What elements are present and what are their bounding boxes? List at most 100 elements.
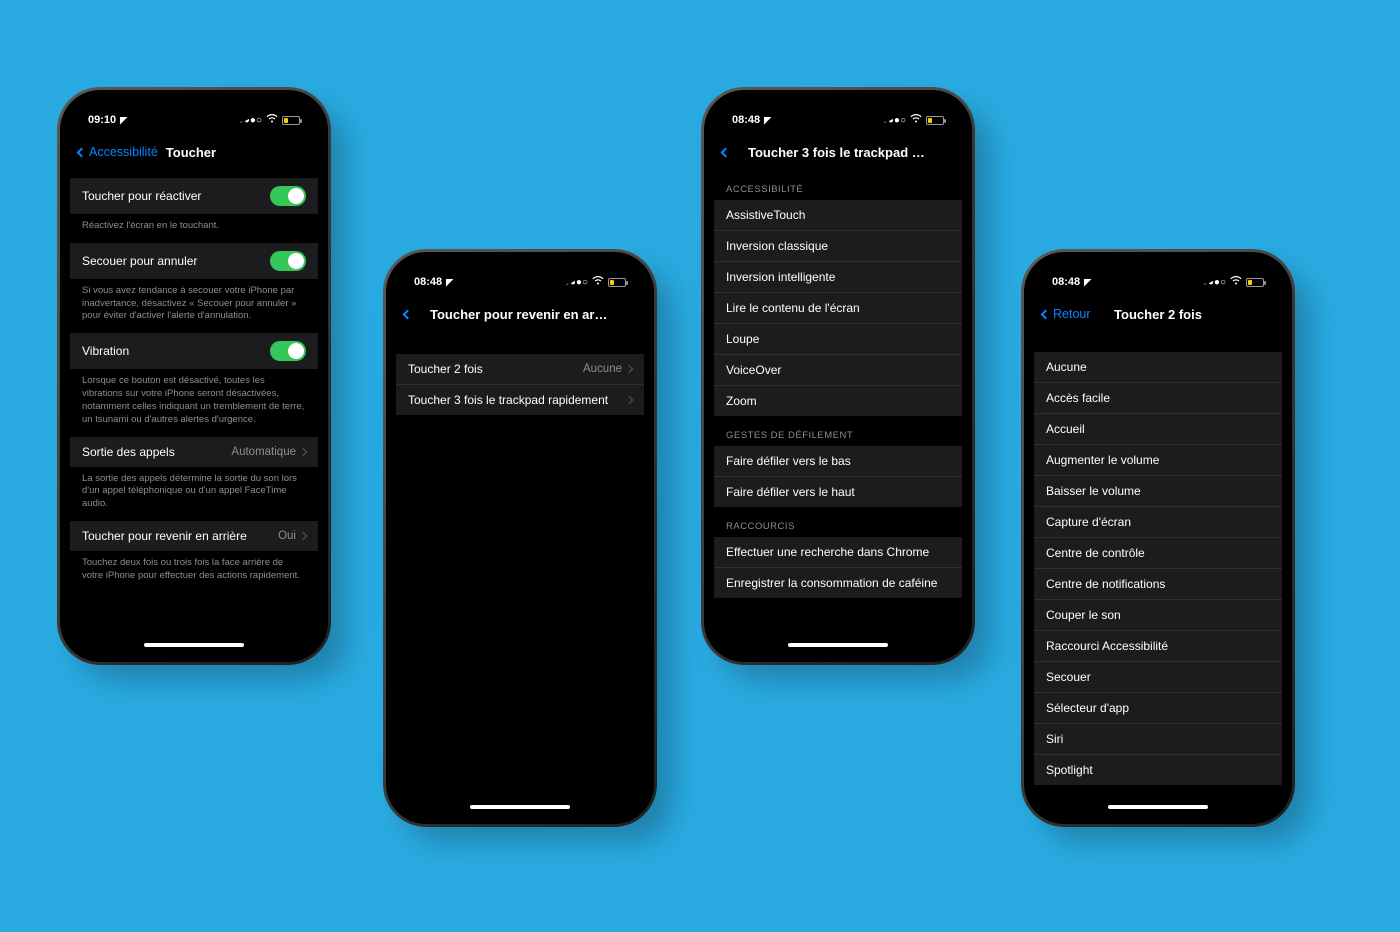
notch bbox=[1098, 262, 1218, 284]
back-button[interactable] bbox=[722, 149, 731, 156]
notch bbox=[778, 100, 898, 122]
list-item[interactable]: VoiceOver bbox=[714, 355, 962, 386]
back-button[interactable]: Accessibilité bbox=[78, 145, 158, 159]
battery-icon bbox=[282, 116, 300, 125]
row-secouer-annuler[interactable]: Secouer pour annuler bbox=[70, 243, 318, 279]
chevron-right-icon bbox=[299, 447, 307, 455]
section-header-accessibility: Accessibilité bbox=[714, 170, 962, 200]
location-icon: ◤ bbox=[764, 115, 771, 126]
content[interactable]: Aucune Accès facile Accueil Augmenter le… bbox=[1034, 332, 1282, 785]
list-item[interactable]: Lire le contenu de l'écran bbox=[714, 293, 962, 324]
row-sortie-appels[interactable]: Sortie des appels Automatique bbox=[70, 437, 318, 467]
home-indicator[interactable] bbox=[470, 805, 570, 809]
notch bbox=[460, 262, 580, 284]
toggle-on[interactable] bbox=[270, 251, 306, 271]
wifi-icon bbox=[1230, 276, 1242, 288]
chevron-right-icon bbox=[299, 532, 307, 540]
home-indicator[interactable] bbox=[1108, 805, 1208, 809]
row-triple-tap[interactable]: Toucher 3 fois le trackpad rapidement bbox=[396, 385, 644, 415]
page-title: Toucher pour revenir en arrière bbox=[430, 307, 610, 322]
nav-bar: Accessibilité Toucher bbox=[70, 134, 318, 170]
list-item[interactable]: Spotlight bbox=[1034, 755, 1282, 785]
list-item[interactable]: Secouer bbox=[1034, 662, 1282, 693]
nav-bar: Toucher 3 fois le trackpad rapide… bbox=[714, 134, 962, 170]
home-indicator[interactable] bbox=[788, 643, 888, 647]
nav-bar: Retour Toucher 2 fois bbox=[1034, 296, 1282, 332]
notch bbox=[134, 100, 254, 122]
list-item[interactable]: Centre de notifications bbox=[1034, 569, 1282, 600]
status-time: 08:48 bbox=[1052, 276, 1080, 288]
wifi-icon bbox=[266, 114, 278, 126]
wifi-icon bbox=[910, 114, 922, 126]
toggle-on[interactable] bbox=[270, 341, 306, 361]
battery-icon bbox=[1246, 278, 1264, 287]
screen: 08:48 ◤ ●●●○ Toucher pour revenir en arr… bbox=[396, 262, 644, 814]
page-title: Toucher 2 fois bbox=[1114, 307, 1202, 322]
wifi-icon bbox=[592, 276, 604, 288]
row-vibration[interactable]: Vibration bbox=[70, 333, 318, 369]
chevron-left-icon bbox=[721, 147, 731, 157]
list-item[interactable]: Inversion intelligente bbox=[714, 262, 962, 293]
phone-2-back-tap: 08:48 ◤ ●●●○ Toucher pour revenir en arr… bbox=[386, 252, 654, 824]
content: Toucher pour réactiver Réactivez l'écran… bbox=[70, 170, 318, 593]
list-item[interactable]: Faire défiler vers le bas bbox=[714, 446, 962, 477]
section-header-scroll: Gestes de défilement bbox=[714, 416, 962, 446]
row-toucher-reactiver[interactable]: Toucher pour réactiver bbox=[70, 178, 318, 214]
list-item[interactable]: Augmenter le volume bbox=[1034, 445, 1282, 476]
footer-text: Lorsque ce bouton est désactivé, toutes … bbox=[70, 369, 318, 436]
list-item[interactable]: Couper le son bbox=[1034, 600, 1282, 631]
home-indicator[interactable] bbox=[144, 643, 244, 647]
battery-icon bbox=[608, 278, 626, 287]
screen: 08:48 ◤ ●●●○ Toucher 3 fois le trackpad … bbox=[714, 100, 962, 652]
list-item[interactable]: Loupe bbox=[714, 324, 962, 355]
list-item[interactable]: Accès facile bbox=[1034, 383, 1282, 414]
row-back-tap[interactable]: Toucher pour revenir en arrière Oui bbox=[70, 521, 318, 551]
chevron-left-icon bbox=[403, 309, 413, 319]
phone-1-toucher: 09:10 ◤ ●●●○ Accessibilité Toucher bbox=[60, 90, 328, 662]
chevron-left-icon bbox=[77, 147, 87, 157]
status-time: 08:48 bbox=[732, 114, 760, 126]
row-double-tap[interactable]: Toucher 2 fois Aucune bbox=[396, 354, 644, 385]
page-title: Toucher 3 fois le trackpad rapide… bbox=[748, 145, 928, 160]
content: Toucher 2 fois Aucune Toucher 3 fois le … bbox=[396, 332, 644, 415]
status-time: 08:48 bbox=[414, 276, 442, 288]
location-icon: ◤ bbox=[446, 277, 453, 288]
list-item[interactable]: Enregistrer la consommation de caféine bbox=[714, 568, 962, 598]
list-item[interactable]: Sélecteur d'app bbox=[1034, 693, 1282, 724]
list-item[interactable]: Capture d'écran bbox=[1034, 507, 1282, 538]
list-item[interactable]: Baisser le volume bbox=[1034, 476, 1282, 507]
location-icon: ◤ bbox=[1084, 277, 1091, 288]
chevron-left-icon bbox=[1041, 309, 1051, 319]
chevron-right-icon bbox=[625, 365, 633, 373]
footer-text: Réactivez l'écran en le touchant. bbox=[70, 214, 318, 243]
back-button[interactable]: Retour bbox=[1042, 307, 1091, 321]
phone-4-double-tap-options: 08:48 ◤ ●●●○ Retour Toucher 2 fois Aucun… bbox=[1024, 252, 1292, 824]
back-label: Accessibilité bbox=[89, 145, 158, 159]
footer-text: Si vous avez tendance à secouer votre iP… bbox=[70, 279, 318, 333]
list-item[interactable]: Aucune bbox=[1034, 352, 1282, 383]
list-item[interactable]: Zoom bbox=[714, 386, 962, 416]
phone-3-triple-tap-options: 08:48 ◤ ●●●○ Toucher 3 fois le trackpad … bbox=[704, 90, 972, 662]
screen: 09:10 ◤ ●●●○ Accessibilité Toucher bbox=[70, 100, 318, 652]
status-time: 09:10 bbox=[88, 114, 116, 126]
list-item[interactable]: AssistiveTouch bbox=[714, 200, 962, 231]
list-item[interactable]: Effectuer une recherche dans Chrome bbox=[714, 537, 962, 568]
location-icon: ◤ bbox=[120, 115, 127, 126]
nav-bar: Toucher pour revenir en arrière bbox=[396, 296, 644, 332]
list-item[interactable]: Faire défiler vers le haut bbox=[714, 477, 962, 507]
back-button[interactable] bbox=[404, 311, 413, 318]
page-title: Toucher bbox=[166, 145, 216, 160]
list-item[interactable]: Accueil bbox=[1034, 414, 1282, 445]
list-item[interactable]: Centre de contrôle bbox=[1034, 538, 1282, 569]
section-header-shortcuts: Raccourcis bbox=[714, 507, 962, 537]
list-item[interactable]: Siri bbox=[1034, 724, 1282, 755]
content[interactable]: Accessibilité AssistiveTouch Inversion c… bbox=[714, 170, 962, 598]
battery-icon bbox=[926, 116, 944, 125]
footer-text: La sortie des appels détermine la sortie… bbox=[70, 467, 318, 521]
list-item[interactable]: Raccourci Accessibilité bbox=[1034, 631, 1282, 662]
back-label: Retour bbox=[1053, 307, 1091, 321]
chevron-right-icon bbox=[625, 396, 633, 404]
toggle-on[interactable] bbox=[270, 186, 306, 206]
screen: 08:48 ◤ ●●●○ Retour Toucher 2 fois Aucun… bbox=[1034, 262, 1282, 814]
list-item[interactable]: Inversion classique bbox=[714, 231, 962, 262]
